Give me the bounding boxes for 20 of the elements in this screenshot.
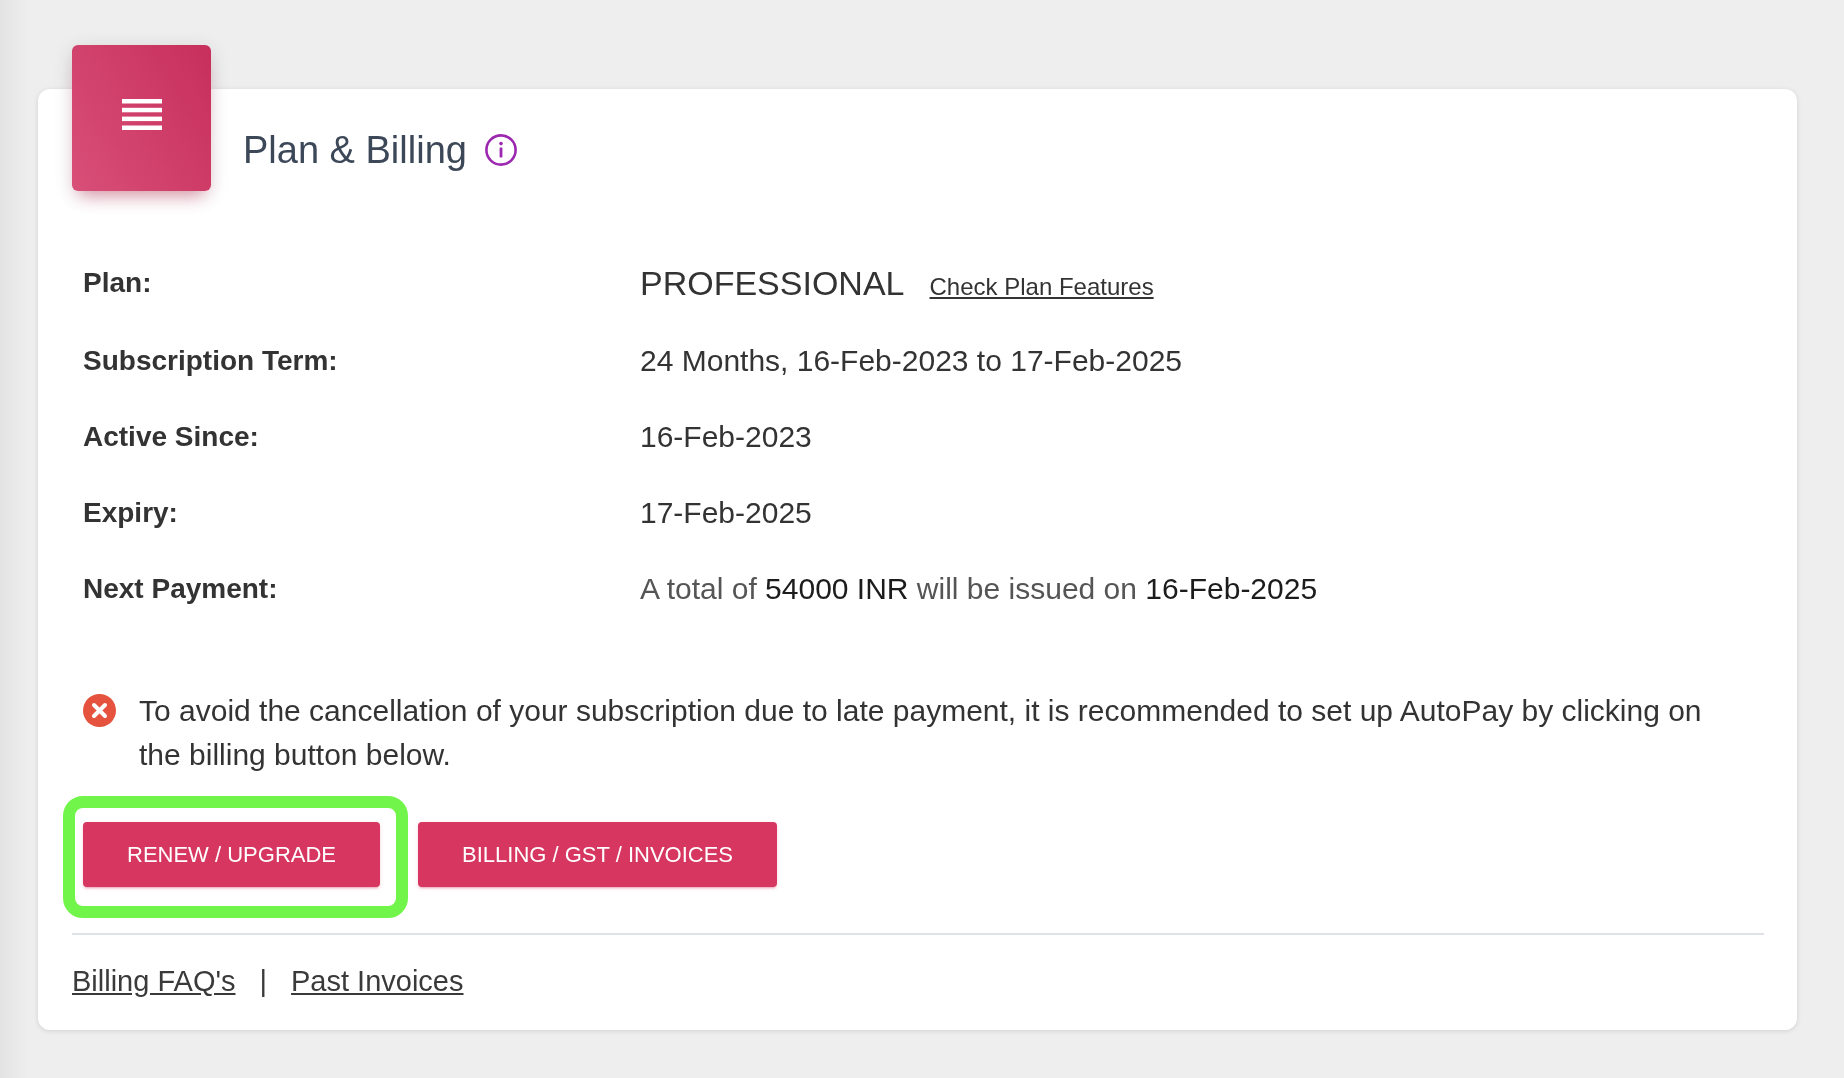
detail-label: Next Payment: (83, 573, 278, 605)
link-separator: | (259, 964, 268, 998)
detail-label: Subscription Term: (83, 345, 338, 377)
detail-label: Active Since: (83, 421, 259, 453)
error-icon (83, 694, 116, 727)
renew-upgrade-button[interactable]: RENEW / UPGRADE (83, 822, 381, 887)
footer-link[interactable]: Billing FAQ's (72, 964, 236, 998)
detail-value: 17-Feb-2025 (640, 496, 812, 530)
billing-button[interactable]: BILLING / GST / INVOICES (418, 822, 778, 887)
footer-link[interactable]: Past Invoices (291, 964, 464, 998)
plan-features-link[interactable]: Check Plan Features (929, 272, 1154, 301)
detail-label: Expiry: (83, 497, 178, 529)
plan-name: PROFESSIONAL (640, 263, 905, 303)
detail-value: 16-Feb-2023 (640, 420, 812, 454)
card-title: Plan & Billing (243, 128, 467, 173)
notice-text: To avoid the cancellation of your subscription due to late payment, it is recommended to set up AutoPay by clicking on the billing button below. (139, 693, 1703, 773)
detail-value: A total of 54000 INR will be issued on 16-Feb-2025 (640, 572, 1318, 606)
detail-label: Plan: (83, 267, 152, 299)
info-icon[interactable] (484, 134, 517, 166)
detail-value: 24 Months, 16-Feb-2023 to 17-Feb-2025 (640, 344, 1182, 378)
